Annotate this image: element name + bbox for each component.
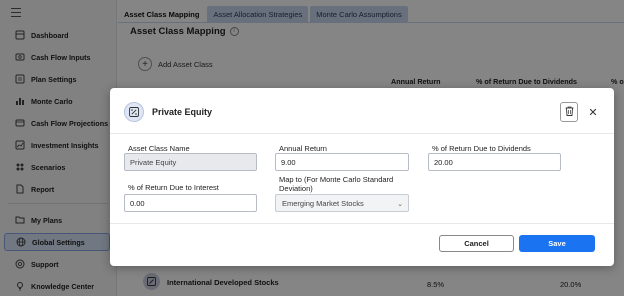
chevron-down-icon: ⌄ [397,201,403,208]
interest-label: % of Return Due to Interest [128,183,219,192]
close-button[interactable]: ✕ [586,105,600,119]
dividends-label: % of Return Due to Dividends [432,144,531,153]
trash-icon [565,106,574,118]
map-to-label: Map to (For Monte Carlo Standard Deviati… [279,175,394,193]
close-icon: ✕ [588,106,598,119]
cancel-button[interactable]: Cancel [439,235,514,252]
interest-field[interactable]: 0.00 [124,194,257,212]
edit-asset-class-modal: Private Equity ✕ Asset Class Name Privat… [110,88,614,266]
dividends-field[interactable]: 20.00 [428,153,561,171]
map-to-selected-value: Emerging Market Stocks [282,198,364,208]
modal-title: Private Equity [152,107,213,117]
percent-icon [124,102,144,122]
modal-header: Private Equity ✕ [110,88,614,134]
map-to-select[interactable]: Emerging Market Stocks ⌄ [275,194,409,212]
delete-button[interactable] [560,102,578,122]
asset-class-name-field[interactable]: Private Equity [124,153,257,171]
annual-return-field[interactable]: 9.00 [275,153,409,171]
asset-class-name-label: Asset Class Name [128,144,190,153]
annual-return-label: Annual Return [279,144,327,153]
save-button[interactable]: Save [519,235,595,252]
modal-footer-divider [110,223,614,224]
